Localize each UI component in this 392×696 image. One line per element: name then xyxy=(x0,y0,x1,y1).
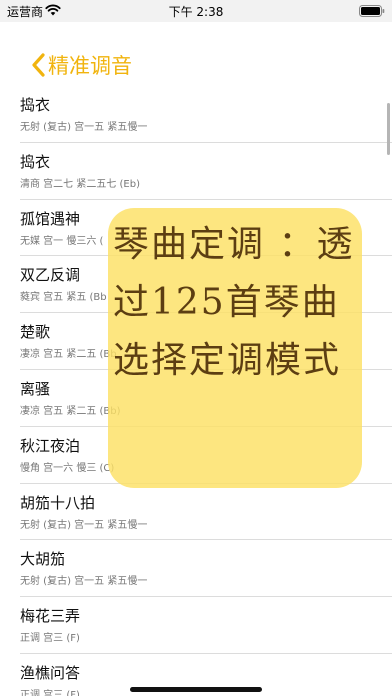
list-item-title: 楚歌 xyxy=(20,323,51,342)
list-item-title: 孤馆遇神 xyxy=(20,209,81,228)
clock: 下午 2:38 xyxy=(168,5,224,19)
list-item-subtitle: 凄凉 宫五 紧二五 (Bb) xyxy=(20,405,121,417)
battery-icon xyxy=(359,5,385,17)
list-item-title: 渔樵问答 xyxy=(20,663,81,682)
promo-caption: 琴曲定调 ：透过125首琴曲选择定调模式 xyxy=(113,224,355,381)
list-item[interactable]: 胡笳十八拍 无射 (复古) 宫一五 紧五慢一 xyxy=(0,484,392,541)
promo-card: 琴曲定调 ：透过125首琴曲选择定调模式 xyxy=(108,208,362,488)
list-item[interactable]: 捣衣 无射 (复古) 宫一五 紧五慢一 xyxy=(0,86,392,143)
list-item-title: 梅花三弄 xyxy=(20,607,81,626)
list-item[interactable]: 梅花三弄 正调 宫三 (F) xyxy=(0,597,392,654)
list-item-subtitle: 正调 宫三 (F) xyxy=(20,633,80,645)
list-item-subtitle: 无媒 宫一 慢三六 ( xyxy=(20,235,104,247)
list-item-subtitle: 无射 (复古) 宫一五 紧五慢一 xyxy=(20,122,148,133)
home-indicator xyxy=(130,687,262,692)
list-item-subtitle: 凄凉 宫五 紧二五 (Bb xyxy=(20,349,117,361)
list-item-subtitle: 清商 宫二七 紧二五七 (Eb) xyxy=(20,178,141,190)
list-item-subtitle: 正调 宫三 (F) xyxy=(20,689,80,696)
list-item-subtitle: 蕤宾 宫五 紧五 (Bb xyxy=(20,292,107,304)
list-item-title: 离骚 xyxy=(20,379,51,398)
list-item-subtitle: 无射 (复古) 宫一五 紧五慢一 xyxy=(20,519,148,531)
status-bar: 运营商 下午 2:38 xyxy=(0,0,392,22)
list-item-subtitle: 慢角 宫一六 慢三 (C) xyxy=(20,462,115,474)
back-button-label: 精准调音 xyxy=(48,54,132,78)
list-item-title: 捣衣 xyxy=(20,96,51,114)
scroll-indicator[interactable] xyxy=(387,103,390,155)
list-item-title: 捣衣 xyxy=(20,152,51,171)
back-button[interactable]: 精准调音 xyxy=(30,49,132,81)
list-item-title: 大胡笳 xyxy=(20,550,66,569)
list-item[interactable]: 大胡笳 无射 (复古) 宫一五 紧五慢一 xyxy=(0,540,392,598)
list-item-title: 胡笳十八拍 xyxy=(20,493,96,512)
list-item-title: 秋江夜泊 xyxy=(20,436,81,455)
list-item-title: 双乙反调 xyxy=(20,266,81,285)
list-item[interactable]: 捣衣 清商 宫二七 紧二五七 (Eb) xyxy=(0,143,392,200)
chevron-left-icon xyxy=(32,53,45,77)
list-item-subtitle: 无射 (复古) 宫一五 紧五慢一 xyxy=(20,576,148,588)
